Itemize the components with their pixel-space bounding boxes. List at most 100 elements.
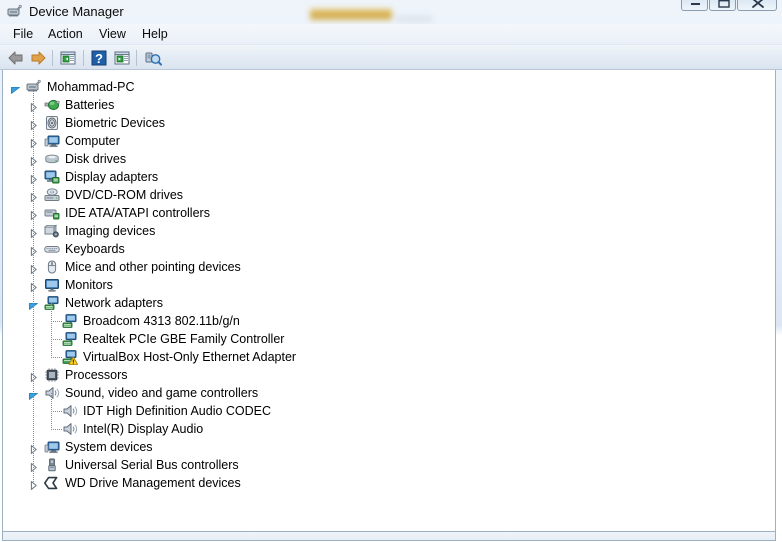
collapse-arrow-icon[interactable] [10, 82, 21, 94]
tree-guide-line [51, 303, 52, 357]
tree-item-label: VirtualBox Host-Only Ethernet Adapter [83, 350, 297, 364]
tree-guide-line [51, 411, 62, 412]
processor-icon [44, 367, 60, 383]
properties-button[interactable] [58, 48, 78, 68]
tree-item[interactable]: Sound, video and game controllers [3, 384, 775, 402]
tree-item[interactable]: IDT High Definition Audio CODEC [3, 402, 775, 420]
tree-item[interactable]: Biometric Devices [3, 114, 775, 132]
tree-item-label: DVD/CD-ROM drives [65, 188, 184, 202]
toolbar: ? [0, 45, 782, 70]
title-bar[interactable]: Device Manager [0, 0, 782, 24]
tree-item-label: Intel(R) Display Audio [83, 422, 204, 436]
tree-item[interactable]: WD Drive Management devices [3, 474, 775, 492]
tree-item[interactable]: VirtualBox Host-Only Ethernet Adapter [3, 348, 775, 366]
menu-item-action[interactable]: Action [41, 26, 90, 43]
close-button[interactable] [737, 0, 777, 11]
tree-item[interactable]: Keyboards [3, 240, 775, 258]
tree-item[interactable]: Display adapters [3, 168, 775, 186]
network-adapter-icon [44, 295, 60, 311]
tree-item[interactable]: Mohammad-PC [3, 78, 775, 96]
tree-item-label: Keyboards [65, 242, 125, 256]
toolbar-separator [136, 50, 137, 66]
tree-item-label: Computer [65, 134, 120, 148]
monitor-icon [44, 277, 60, 293]
tree-item[interactable]: Batteries [3, 96, 775, 114]
tree-item[interactable]: Imaging devices [3, 222, 775, 240]
forward-button[interactable] [28, 48, 48, 68]
battery-icon [44, 97, 60, 113]
tree-item-label: Processors [65, 368, 128, 382]
tree-guide-line [51, 357, 62, 358]
tree-item-label: Biometric Devices [65, 116, 166, 130]
tree-item-label: Realtek PCIe GBE Family Controller [83, 332, 285, 346]
update-driver-button[interactable] [112, 48, 132, 68]
keyboard-icon [44, 241, 60, 257]
tree-guide-line [33, 87, 34, 483]
menu-item-view[interactable]: View [92, 26, 133, 43]
computer-icon [44, 439, 60, 455]
device-tree: Mohammad-PC Batteries Biometric Devices [3, 70, 775, 492]
tree-item[interactable]: Computer [3, 132, 775, 150]
tree-item-label: Display adapters [65, 170, 159, 184]
tree-item-label: Broadcom 4313 802.11b/g/n [83, 314, 240, 328]
wd-drive-icon [44, 475, 60, 491]
maximize-button[interactable] [709, 0, 736, 11]
tree-item[interactable]: Disk drives [3, 150, 775, 168]
tree-item[interactable]: Mice and other pointing devices [3, 258, 775, 276]
tree-item-label: WD Drive Management devices [65, 476, 241, 490]
tree-item[interactable]: Intel(R) Display Audio [3, 420, 775, 438]
back-button[interactable] [6, 48, 26, 68]
tree-item-label: System devices [65, 440, 153, 454]
tree-item[interactable]: Monitors [3, 276, 775, 294]
tree-item[interactable]: DVD/CD-ROM drives [3, 186, 775, 204]
tree-item-label: Disk drives [65, 152, 127, 166]
tree-item[interactable]: IDE ATA/ATAPI controllers [3, 204, 775, 222]
tree-item-label: Sound, video and game controllers [65, 386, 259, 400]
usb-icon [44, 457, 60, 473]
network-adapter-icon [62, 331, 78, 347]
network-adapter-warning-icon [62, 349, 79, 365]
tree-guide-line [51, 321, 62, 322]
computer-root-icon [26, 79, 42, 95]
network-adapter-icon [62, 313, 78, 329]
menu-bar: File Action View Help [0, 24, 782, 45]
toolbar-separator [52, 50, 53, 66]
speaker-icon [62, 403, 78, 419]
dvd-drive-icon [44, 187, 60, 203]
computer-icon [44, 133, 60, 149]
help-button[interactable]: ? [89, 48, 109, 68]
mouse-icon [44, 259, 60, 275]
display-adapter-icon [44, 169, 60, 185]
svg-text:?: ? [95, 51, 103, 66]
tree-item[interactable]: Realtek PCIe GBE Family Controller [3, 330, 775, 348]
menu-item-help[interactable]: Help [135, 26, 175, 43]
speaker-icon [62, 421, 78, 437]
tree-item[interactable]: System devices [3, 438, 775, 456]
toolbar-separator [83, 50, 84, 66]
tree-item-label: Mice and other pointing devices [65, 260, 241, 274]
device-manager-window: Device Manager File Action View Help ? M… [0, 0, 782, 542]
device-tree-panel[interactable]: Mohammad-PC Batteries Biometric Devices [2, 70, 776, 532]
tree-item-label: Mohammad-PC [47, 80, 135, 94]
minimize-button[interactable] [681, 0, 708, 11]
scan-hardware-button[interactable] [143, 48, 163, 68]
tree-item[interactable]: Universal Serial Bus controllers [3, 456, 775, 474]
ide-controller-icon [44, 205, 60, 221]
tree-item[interactable]: Broadcom 4313 802.11b/g/n [3, 312, 775, 330]
window-title: Device Manager [29, 4, 124, 19]
menu-item-file[interactable]: File [6, 26, 40, 43]
speaker-icon [44, 385, 60, 401]
tree-guide-line [51, 429, 62, 430]
tree-item-label: Universal Serial Bus controllers [65, 458, 239, 472]
tree-item-label: Monitors [65, 278, 113, 292]
disk-drive-icon [44, 151, 60, 167]
tree-item-label: IDT High Definition Audio CODEC [83, 404, 272, 418]
status-bar [2, 532, 776, 541]
device-manager-icon [7, 4, 23, 20]
tree-item[interactable]: Network adapters [3, 294, 775, 312]
tree-item[interactable]: Processors [3, 366, 775, 384]
tree-item-label: Imaging devices [65, 224, 156, 238]
fingerprint-icon [44, 115, 60, 131]
tree-item-label: IDE ATA/ATAPI controllers [65, 206, 210, 220]
tree-item-label: Network adapters [65, 296, 163, 310]
